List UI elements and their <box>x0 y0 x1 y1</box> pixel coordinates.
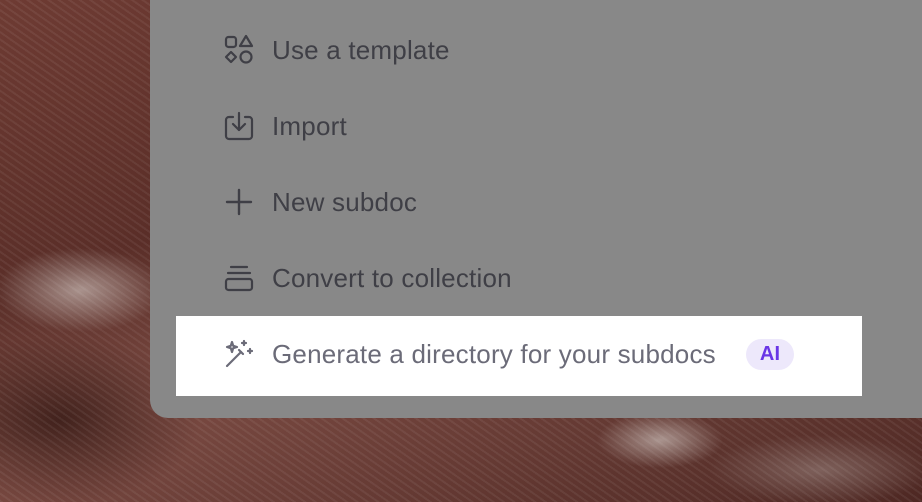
menu-item-label: Convert to collection <box>272 262 512 293</box>
menu-item-import[interactable]: Import <box>220 106 347 146</box>
menu-item-label: Use a template <box>272 34 450 65</box>
menu-item-label: Import <box>272 110 347 141</box>
menu-item-convert-to-collection[interactable]: Convert to collection <box>220 258 512 298</box>
template-icon <box>220 31 258 69</box>
menu-item-new-subdoc[interactable]: New subdoc <box>220 182 417 222</box>
ai-badge: AI <box>745 338 795 370</box>
collection-icon <box>220 259 258 297</box>
magic-wand-icon <box>220 335 258 373</box>
menu-item-label: New subdoc <box>272 186 418 217</box>
import-icon <box>220 107 258 145</box>
menu-item-generate-directory[interactable]: Generate a directory for your subdocs AI <box>220 334 795 374</box>
menu-item-use-template[interactable]: Use a template <box>220 30 450 70</box>
plus-icon <box>220 183 258 221</box>
menu-item-label: Generate a directory for your subdocs <box>272 338 716 369</box>
